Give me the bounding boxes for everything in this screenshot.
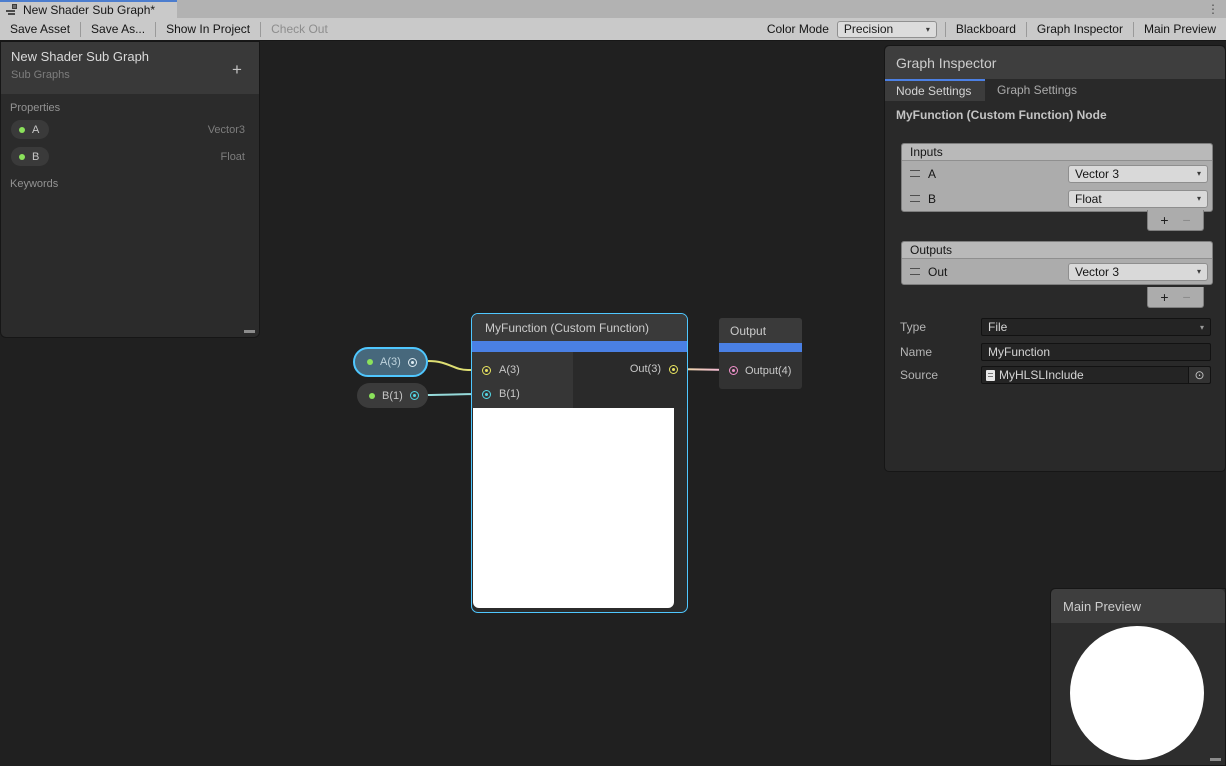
port-label: B(1) [499,388,520,400]
property-node-a[interactable]: A(3) [353,347,428,377]
node-title[interactable]: MyFunction (Custom Function) [472,314,687,341]
input-port-a: A(3) [482,364,520,376]
property-color-dot [367,359,373,365]
node-accent-bar [719,343,802,352]
property-node-b[interactable]: B(1) [357,383,428,408]
port-icon[interactable] [729,366,738,375]
port-icon[interactable] [669,365,678,374]
port-label: Output(4) [745,365,791,377]
node-title[interactable]: Output [719,318,802,343]
node-ports: A(3) B(1) Out(3) [472,352,687,408]
output-node[interactable]: Output Output(4) [719,318,802,389]
property-color-dot [369,393,375,399]
port-icon[interactable] [482,366,491,375]
port-label: Out(3) [630,363,661,375]
property-node-label: B(1) [382,390,403,402]
port-icon[interactable] [410,391,419,400]
input-port-b: B(1) [482,388,520,400]
port-icon[interactable] [408,358,417,367]
port-label: A(3) [499,364,520,376]
output-port-out: Out(3) [630,363,678,375]
node-preview [473,408,674,608]
output-port-row: Output(4) [719,352,802,389]
custom-function-node[interactable]: MyFunction (Custom Function) A(3) B(1) O… [471,313,688,613]
property-node-label: A(3) [380,356,401,368]
node-accent-bar [472,341,687,352]
port-icon[interactable] [482,390,491,399]
shader-graph-window: New Shader Sub Graph* ⋮ Save Asset Save … [0,0,1226,766]
